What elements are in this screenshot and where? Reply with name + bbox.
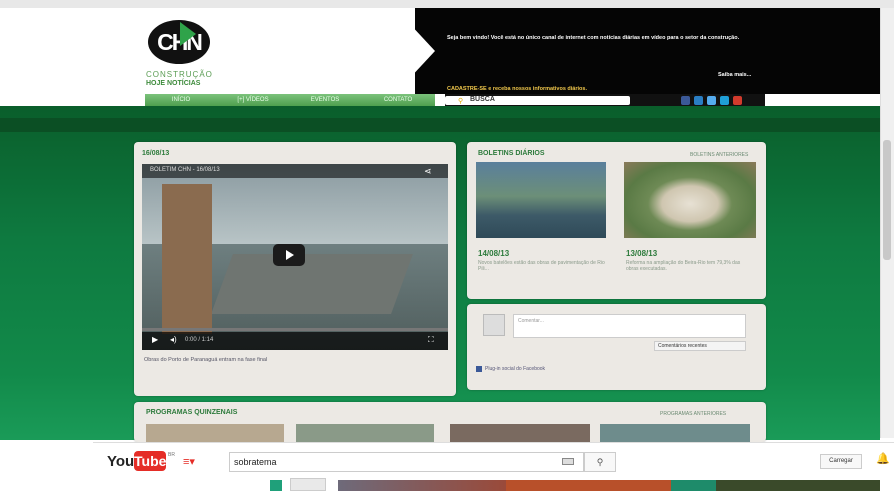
youtube-banner-strip <box>270 480 282 491</box>
video-time: 0:00 / 1:14 <box>185 337 214 343</box>
boletins-anteriores-link[interactable]: BOLETINS ANTERIORES <box>690 152 748 158</box>
video-title[interactable]: BOLETIM CHN - 16/08/13 <box>150 167 220 173</box>
programas-title: PROGRAMAS QUINZENAIS <box>146 409 238 416</box>
video-progress[interactable] <box>142 328 448 331</box>
play-small-icon[interactable]: ▶ <box>152 335 158 344</box>
main-nav: INÍCIO [+] VÍDEOS EVENTOS CONTATO <box>145 94 435 106</box>
nav-inicio[interactable]: INÍCIO <box>145 94 217 106</box>
welcome-text: Seja bem vindo! Você está no único canal… <box>447 35 740 41</box>
programa-thumbnail[interactable] <box>600 424 750 442</box>
saiba-mais-link[interactable]: Saiba mais... <box>718 72 751 78</box>
search-label: BUSCA <box>470 96 495 103</box>
boletim-description: Reforma na ampliação do Beira-Rio tem 79… <box>626 260 741 272</box>
scrollbar-thumb[interactable] <box>883 140 891 260</box>
facebook-small-icon <box>476 366 482 372</box>
delicious-icon[interactable] <box>720 96 729 105</box>
avatar <box>483 314 505 336</box>
youtube-logo-you[interactable]: You <box>107 453 134 470</box>
keyboard-icon[interactable] <box>562 458 574 465</box>
header-chevron <box>395 8 435 94</box>
fullscreen-icon[interactable]: ⛶ <box>428 335 434 345</box>
brand-line-1: CONSTRUÇÃO <box>146 70 213 79</box>
boletim-date[interactable]: 13/08/13 <box>626 249 657 258</box>
nav-videos[interactable]: [+] VÍDEOS <box>217 94 289 106</box>
programas-anteriores-link[interactable]: PROGRAMAS ANTERIORES <box>660 411 726 417</box>
video-frame-ship <box>211 254 413 314</box>
youtube-banner <box>716 480 880 491</box>
boletim-thumbnail[interactable] <box>624 162 756 238</box>
menu-icon[interactable]: ≡▾ <box>183 455 195 468</box>
play-icon <box>286 250 294 260</box>
linkedin-icon[interactable] <box>694 96 703 105</box>
volume-icon[interactable]: ◂) <box>170 335 177 344</box>
comment-input[interactable] <box>513 314 746 338</box>
youtube-banner <box>506 480 671 491</box>
programa-thumbnail[interactable] <box>146 424 284 442</box>
video-frame-crane <box>162 184 212 334</box>
youtube-small-icon[interactable] <box>733 96 742 105</box>
cadastre-link[interactable]: CADASTRE-SE e receba nossos informativos… <box>447 86 587 92</box>
youtube-banner <box>671 480 716 491</box>
bell-icon[interactable]: 🔔 <box>876 452 890 465</box>
youtube-search-button[interactable]: ⚲ <box>584 452 616 472</box>
youtube-banner <box>338 480 506 491</box>
boletim-date[interactable]: 14/08/13 <box>478 249 509 258</box>
comment-sort-select[interactable]: Comentários recentes <box>654 341 746 351</box>
facebook-plugin-label[interactable]: Plug-in social do Facebook <box>485 366 545 372</box>
share-icon[interactable]: ⋖ <box>424 166 432 177</box>
upload-button[interactable]: Carregar <box>820 454 862 469</box>
comment-placeholder: Comentar... <box>518 318 544 324</box>
programa-thumbnail[interactable] <box>296 424 434 442</box>
browser-top-strip <box>0 0 894 8</box>
boletim-thumbnail[interactable] <box>476 162 606 238</box>
programa-thumbnail[interactable] <box>450 424 590 442</box>
header-black-area <box>415 8 894 94</box>
video-caption: Obras do Porto de Paranaguá entram na fa… <box>144 357 268 363</box>
header-white-area <box>0 8 430 94</box>
facebook-icon[interactable] <box>681 96 690 105</box>
boletins-title: BOLETINS DIÁRIOS <box>478 150 545 157</box>
background-band <box>0 118 880 132</box>
search-icon: ⚲ <box>458 98 464 105</box>
chn-logo[interactable]: CHN <box>148 20 210 64</box>
nav-contato[interactable]: CONTATO <box>361 94 435 106</box>
youtube-logo-tube[interactable]: Tube <box>134 451 166 471</box>
twitter-icon[interactable] <box>707 96 716 105</box>
nav-eventos[interactable]: EVENTOS <box>289 94 361 106</box>
brand-line-2: HOJE NOTÍCIAS <box>146 80 201 87</box>
logo-arrow-icon <box>180 22 196 46</box>
channel-avatar[interactable] <box>290 478 326 491</box>
youtube-region: BR <box>168 452 175 458</box>
boletim-description: Novos batelões estão das obras de pavime… <box>478 260 605 272</box>
video-date: 16/08/13 <box>142 150 170 157</box>
youtube-search-input[interactable]: sobratema <box>229 452 584 472</box>
